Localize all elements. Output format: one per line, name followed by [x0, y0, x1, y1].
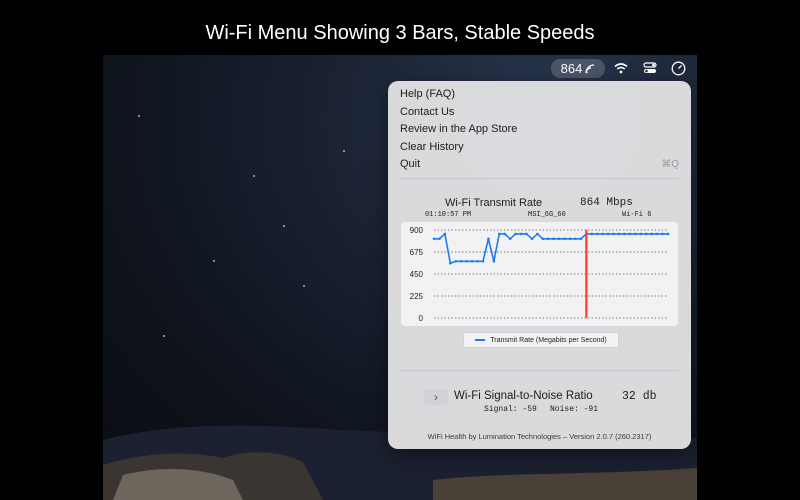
data-point — [557, 237, 561, 241]
data-point — [498, 232, 501, 236]
caption-title: Wi-Fi Menu Showing 3 Bars, Stable Speeds — [205, 22, 595, 44]
section-separator — [400, 370, 679, 371]
data-point — [650, 232, 653, 236]
noise-value: Noise: -91 — [550, 405, 599, 414]
data-point — [628, 232, 632, 236]
data-point — [655, 232, 659, 236]
data-point — [492, 259, 496, 263]
snr-title: Wi-Fi Signal-to-Noise Ratio — [454, 390, 593, 402]
data-point — [470, 259, 474, 263]
data-point — [546, 237, 550, 241]
data-point — [514, 232, 517, 236]
y-tick-label: 0 — [419, 314, 424, 323]
series-line — [434, 232, 668, 265]
transmit-rate-status-item[interactable]: 864 — [551, 59, 605, 78]
data-point — [617, 232, 621, 236]
data-point — [481, 259, 485, 263]
chevron-right-icon: › — [434, 390, 438, 404]
data-point — [503, 232, 507, 236]
data-point — [438, 237, 441, 241]
data-point — [449, 261, 452, 265]
data-point — [465, 259, 468, 263]
data-point — [590, 232, 594, 236]
data-point — [487, 237, 490, 241]
data-point — [530, 237, 534, 241]
transmit-rate-chart: 900 675 450 225 0 — [410, 226, 670, 323]
data-point — [454, 259, 458, 263]
data-point — [508, 237, 512, 241]
rate-value: 864 — [560, 61, 583, 76]
data-point — [574, 237, 577, 241]
data-point — [595, 232, 599, 236]
y-tick-label: 225 — [410, 292, 424, 301]
chart-legend: Transmit Rate (Megabits per Second) — [463, 332, 619, 348]
data-point — [634, 232, 637, 236]
data-point — [519, 232, 523, 236]
y-tick-label: 450 — [410, 270, 424, 279]
version-footer: WiFi Health by Lumination Technologies –… — [427, 432, 652, 441]
wifi-bars-icon — [585, 63, 595, 73]
snr-value: 32 db — [622, 390, 657, 403]
data-point — [666, 232, 670, 236]
wifi-icon[interactable] — [611, 58, 631, 78]
data-point — [525, 232, 528, 236]
data-point — [623, 232, 626, 236]
clock-icon[interactable] — [668, 58, 688, 78]
data-point — [661, 232, 664, 236]
data-point — [601, 232, 604, 236]
y-tick-label: 900 — [410, 226, 424, 235]
y-tick-label: 675 — [410, 248, 424, 257]
data-point — [432, 237, 436, 241]
data-point — [563, 237, 566, 241]
data-point — [606, 232, 610, 236]
data-point — [552, 237, 556, 241]
data-point — [639, 232, 643, 236]
legend-label: Transmit Rate (Megabits per Second) — [490, 336, 607, 344]
data-point — [568, 237, 572, 241]
data-point — [644, 232, 648, 236]
control-center-icon[interactable] — [640, 58, 660, 78]
data-point — [612, 232, 615, 236]
app-dropdown-menu: Help (FAQ) Contact Us Review in the App … — [388, 81, 691, 449]
data-point — [579, 237, 583, 241]
data-point — [541, 237, 545, 241]
legend-swatch — [475, 339, 486, 341]
data-point — [476, 259, 479, 263]
data-point — [459, 259, 463, 263]
data-point — [536, 232, 539, 236]
snr-expand-button[interactable]: › — [424, 389, 448, 405]
data-point — [443, 232, 447, 236]
signal-value: Signal: -59 — [484, 405, 537, 414]
